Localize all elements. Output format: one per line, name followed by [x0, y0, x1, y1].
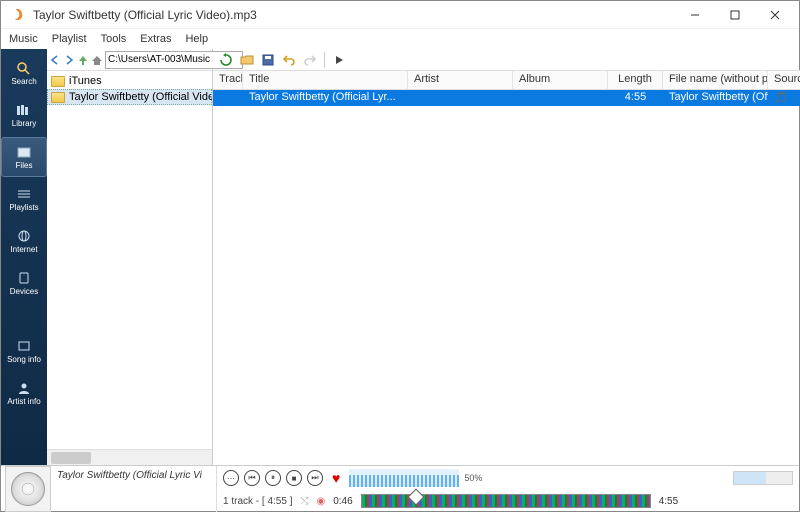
album-art[interactable] — [5, 466, 51, 512]
duration-label: 4:55 — [659, 496, 678, 507]
pause-button[interactable]: ⏸ — [265, 470, 281, 486]
tab-library[interactable]: Library — [1, 95, 47, 135]
mode-button[interactable]: ⋯ — [223, 470, 239, 486]
player-bar: Taylor Swiftbetty (Official Lyric Vi ⋯ ⏮… — [1, 465, 799, 512]
nav-back-icon[interactable] — [49, 52, 61, 68]
track-list[interactable]: Taylor Swiftbetty (Official Lyr... 4:55 … — [213, 90, 800, 465]
file-pane: iTunes Taylor Swiftbetty (Official Video… — [47, 49, 213, 465]
folder-tree[interactable]: iTunes Taylor Swiftbetty (Official Video… — [47, 71, 212, 449]
menu-tools[interactable]: Tools — [101, 33, 127, 45]
folder-icon — [51, 92, 65, 103]
favorite-icon[interactable]: ♥ — [332, 470, 340, 486]
tree-item[interactable]: Taylor Swiftbetty (Official Video). — [47, 89, 212, 105]
menu-playlist[interactable]: Playlist — [52, 33, 87, 45]
folder-icon — [51, 76, 65, 87]
col-title[interactable]: Title — [243, 71, 408, 89]
prev-button[interactable]: ⏮ — [244, 470, 260, 486]
nav-forward-icon[interactable] — [63, 52, 75, 68]
track-toolbar — [213, 49, 800, 71]
next-button[interactable]: ⏭ — [307, 470, 323, 486]
col-track[interactable]: Track — [213, 71, 243, 89]
tree-hscrollbar[interactable] — [47, 449, 212, 465]
tab-search[interactable]: Search — [1, 53, 47, 93]
cd-icon — [11, 472, 45, 506]
redo-icon[interactable] — [301, 51, 319, 69]
title-bar: Taylor Swiftbetty (Official Lyric Video)… — [1, 1, 799, 29]
minimize-button[interactable] — [675, 2, 715, 28]
save-icon[interactable] — [259, 51, 277, 69]
tab-files[interactable]: Files — [1, 137, 47, 177]
side-tabs: Search Library Files Playlists Internet … — [1, 49, 47, 465]
nav-up-icon[interactable] — [77, 52, 89, 68]
track-count-label: 1 track - [ 4:55 ] — [223, 496, 292, 507]
track-pane: Track Title Artist Album Length File nam… — [213, 49, 800, 465]
position-label: 0:46 — [333, 496, 352, 507]
tab-devices[interactable]: Devices — [1, 263, 47, 303]
maximize-button[interactable] — [715, 2, 755, 28]
tab-internet[interactable]: Internet — [1, 221, 47, 261]
column-headers[interactable]: Track Title Artist Album Length File nam… — [213, 71, 800, 90]
menu-bar: Music Playlist Tools Extras Help — [1, 29, 799, 49]
tab-song-info[interactable]: Song info — [1, 331, 47, 371]
record-icon[interactable]: ◉ — [316, 496, 325, 507]
refresh-icon[interactable] — [217, 51, 235, 69]
undo-icon[interactable] — [280, 51, 298, 69]
close-button[interactable] — [755, 2, 795, 28]
nav-toolbar — [47, 49, 212, 71]
tab-playlists[interactable]: Playlists — [1, 179, 47, 219]
menu-help[interactable]: Help — [185, 33, 208, 45]
col-length[interactable]: Length — [608, 71, 663, 89]
stop-button[interactable]: ■ — [286, 470, 302, 486]
now-playing-label: Taylor Swiftbetty (Official Lyric Vi — [55, 466, 216, 512]
open-icon[interactable] — [238, 51, 256, 69]
app-icon — [11, 7, 27, 23]
menu-music[interactable]: Music — [9, 33, 38, 45]
menu-extras[interactable]: Extras — [140, 33, 171, 45]
col-album[interactable]: Album — [513, 71, 608, 89]
volume-slider[interactable] — [733, 471, 793, 485]
tree-item[interactable]: iTunes — [47, 73, 212, 89]
nav-home-icon[interactable] — [91, 52, 103, 68]
volume-percent: 50% — [464, 473, 482, 483]
col-file[interactable]: File name (without path) — [663, 71, 768, 89]
play-small-icon[interactable] — [330, 51, 348, 69]
col-artist[interactable]: Artist — [408, 71, 513, 89]
seek-thumb[interactable] — [407, 489, 424, 506]
track-row[interactable]: Taylor Swiftbetty (Official Lyr... 4:55 … — [213, 90, 800, 106]
tab-artist-info[interactable]: Artist info — [1, 373, 47, 413]
shuffle-icon[interactable]: ⤭ — [300, 496, 308, 507]
col-source[interactable]: Source — [768, 71, 800, 89]
window-title: Taylor Swiftbetty (Official Lyric Video)… — [33, 8, 675, 22]
seek-bar[interactable] — [361, 494, 651, 508]
spectrum-visualizer — [349, 469, 459, 487]
